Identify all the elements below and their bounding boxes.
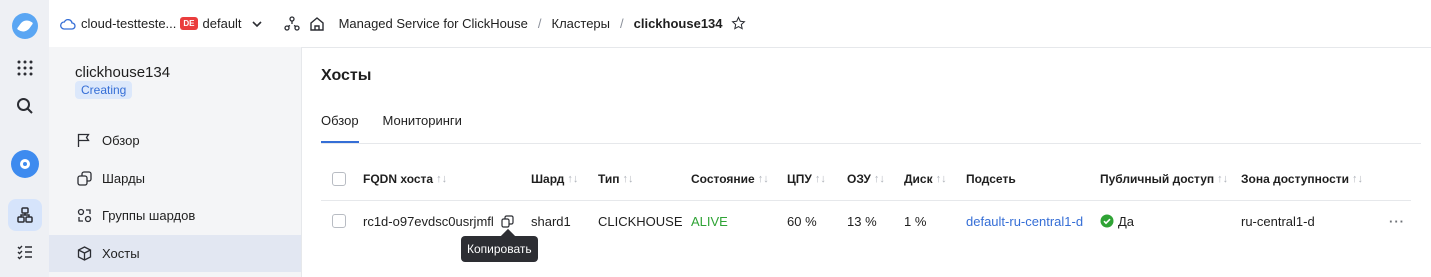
column-cpu[interactable]: ЦПУ ↑↓	[787, 159, 826, 199]
column-label: ЦПУ	[787, 172, 812, 186]
breadcrumb: Managed Service for ClickHouse / Кластер…	[339, 16, 746, 31]
tabs-divider	[321, 143, 1421, 144]
clickhouse-service-icon[interactable]	[0, 150, 49, 178]
breadcrumb-service[interactable]: Managed Service for ClickHouse	[339, 16, 528, 31]
sort-icon: ↑↓	[1352, 173, 1364, 185]
ram-cell: 13 %	[847, 213, 877, 229]
page-title: Хосты	[321, 67, 372, 84]
sidebar-item-shard-groups[interactable]: Группы шардов	[49, 197, 301, 234]
column-label: Тип	[598, 172, 620, 186]
flag-icon	[76, 133, 92, 149]
sidebar-item-hosts[interactable]: Хосты	[49, 235, 301, 272]
column-label: Состояние	[691, 172, 755, 186]
column-label: Диск	[904, 172, 933, 186]
cluster-sidebar: clickhouse134 Creating Обзор Шарды Групп…	[49, 47, 302, 277]
column-type[interactable]: Тип ↑↓	[598, 159, 634, 199]
sort-icon: ↑↓	[1217, 173, 1229, 185]
folder-selector[interactable]: DE default	[176, 16, 262, 31]
cloud-name: cloud-testteste...	[81, 16, 177, 31]
home-icon[interactable]	[309, 16, 325, 32]
copy-icon[interactable]	[501, 214, 514, 228]
breadcrumb-clusters[interactable]: Кластеры	[552, 16, 611, 31]
star-icon[interactable]	[730, 16, 746, 31]
table-row[interactable]: rc1d-o97evdsc0usrjmfl shard1 CLICKHOUSE …	[321, 201, 1421, 241]
hosts-icon	[76, 246, 92, 262]
row-checkbox[interactable]	[332, 201, 346, 241]
sidebar-item-overview[interactable]: Обзор	[49, 122, 301, 159]
folder-name: default	[202, 16, 242, 31]
column-label: ОЗУ	[847, 172, 871, 186]
folder-badge: DE	[180, 17, 198, 30]
cluster-name: clickhouse134	[75, 64, 171, 81]
column-label: Публичный доступ	[1100, 172, 1215, 186]
check-circle-icon	[1100, 214, 1114, 228]
sort-icon: ↑↓	[436, 173, 448, 185]
column-public-access[interactable]: Публичный доступ ↑↓	[1100, 159, 1228, 199]
shard-cell: shard1	[531, 213, 571, 229]
tab-overview[interactable]: Обзор	[321, 113, 359, 143]
column-shard[interactable]: Шард ↑↓	[531, 159, 578, 199]
sort-icon: ↑↓	[567, 173, 579, 185]
zone-cell: ru-central1-d	[1241, 213, 1315, 229]
column-label: Зона доступности	[1241, 172, 1350, 186]
shards-icon	[76, 171, 92, 187]
public-access-value: Да	[1118, 213, 1135, 229]
type-cell: CLICKHOUSE	[598, 213, 683, 229]
sidebar-item-label: Хосты	[102, 246, 140, 261]
rail-hosts-item[interactable]	[0, 199, 49, 231]
services-icon[interactable]	[283, 15, 300, 32]
more-actions-icon[interactable]: ···	[1389, 201, 1405, 241]
column-state[interactable]: Состояние ↑↓	[691, 159, 769, 199]
sidebar-item-label: Обзор	[102, 133, 140, 148]
table-header: FQDN хоста ↑↓ Шард ↑↓ Тип ↑↓ Состояние ↑↓ ЦП…	[321, 159, 1421, 199]
column-disk[interactable]: Диск ↑↓	[904, 159, 947, 199]
logo-icon[interactable]	[0, 13, 49, 39]
select-all-checkbox[interactable]	[332, 159, 346, 199]
state-cell: ALIVE	[691, 213, 728, 229]
fqdn-cell: rc1d-o97evdsc0usrjmfl	[363, 201, 514, 241]
column-label: Подсеть	[966, 172, 1016, 186]
column-label: Шард	[531, 172, 565, 186]
sidebar-item-label: Шарды	[102, 171, 146, 186]
shard-groups-icon	[76, 208, 92, 224]
status-badge: Creating	[75, 81, 133, 99]
breadcrumb-cluster: clickhouse134	[633, 16, 723, 31]
cloud-selector[interactable]: cloud-testteste...	[60, 16, 176, 31]
copy-tooltip: Копировать	[461, 236, 538, 262]
tab-monitoring[interactable]: Мониторинги	[383, 113, 462, 143]
network-icon	[7, 199, 42, 231]
search-icon[interactable]	[0, 97, 49, 115]
apps-grid-icon[interactable]	[0, 60, 49, 76]
sort-icon: ↑↓	[757, 173, 769, 185]
sort-icon: ↑↓	[873, 173, 885, 185]
sidebar-item-label: Группы шардов	[102, 208, 196, 223]
column-fqdn[interactable]: FQDN хоста ↑↓	[363, 159, 447, 199]
cloud-icon	[60, 18, 76, 30]
sort-icon: ↑↓	[814, 173, 826, 185]
top-bar: cloud-testteste... DE default Managed Se…	[49, 0, 1431, 48]
breadcrumb-separator: /	[620, 16, 624, 31]
breadcrumb-separator: /	[537, 16, 542, 31]
checklist-icon[interactable]	[0, 244, 49, 260]
fqdn-value: rc1d-o97evdsc0usrjmfl	[363, 213, 494, 229]
sort-icon: ↑↓	[935, 173, 947, 185]
sort-icon: ↑↓	[622, 173, 634, 185]
tabs: Обзор Мониторинги	[321, 113, 486, 143]
column-zone[interactable]: Зона доступности ↑↓	[1241, 159, 1363, 199]
chevron-down-icon	[251, 20, 262, 27]
disk-cell: 1 %	[904, 213, 927, 229]
column-label: FQDN хоста	[363, 172, 434, 186]
cpu-cell: 60 %	[787, 213, 817, 229]
subnet-link[interactable]: default-ru-central1-d	[966, 201, 1083, 241]
sidebar-item-shards[interactable]: Шарды	[49, 160, 301, 197]
left-rail	[0, 0, 49, 277]
column-subnet: Подсеть	[966, 159, 1016, 199]
column-ram[interactable]: ОЗУ ↑↓	[847, 159, 885, 199]
public-access-cell: Да	[1100, 201, 1134, 241]
